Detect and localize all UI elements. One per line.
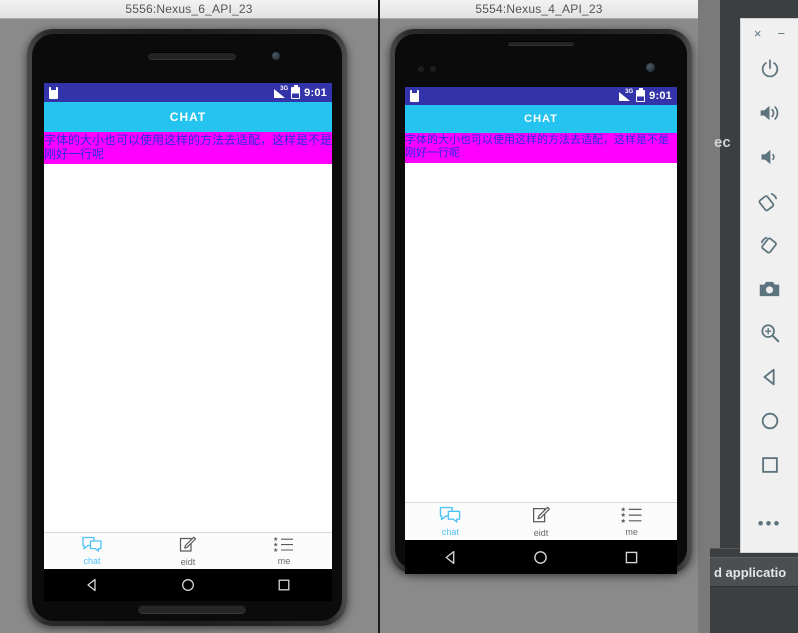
rotate-left-button[interactable] [741, 179, 798, 223]
triangle-left-icon [759, 366, 781, 388]
emulator-window-nexus4[interactable]: 5554:Nexus_4_API_23 3G 9:01 CHAT 字体的大小也可… [380, 0, 698, 633]
signal-bars-icon: 3G [618, 89, 633, 102]
more-options-button[interactable]: ••• [741, 501, 798, 545]
tab-me-label: me [625, 527, 638, 537]
ellipsis-icon: ••• [757, 513, 782, 533]
sim-card-icon [410, 90, 419, 102]
message-text: 字体的大小也可以使用这样的方法去适配，这样是不是刚好一行呢 [44, 133, 332, 161]
app-title-bar-nexus6: CHAT [44, 102, 332, 132]
phone-screen-nexus4[interactable]: 3G 9:01 CHAT 字体的大小也可以使用这样的方法去适配，这样是不是刚好一… [405, 87, 677, 540]
home-key-nexus6[interactable] [180, 577, 196, 593]
message-text: 字体的大小也可以使用这样的方法去适配，这样是不是刚好一行呢 [405, 134, 669, 159]
tab-chat-nexus6[interactable]: chat [44, 533, 140, 569]
message-banner-nexus4: 字体的大小也可以使用这样的方法去适配，这样是不是刚好一行呢 [405, 133, 677, 163]
app-title-label: CHAT [169, 110, 207, 124]
proximity-sensor-nexus4 [418, 66, 424, 72]
starred-list-icon: ★ ★ ★ [273, 536, 295, 553]
emulator-body-nexus6: 3G 9:01 CHAT 字体的大小也可以使用这样的方法去适配，这样是不是刚好一… [0, 19, 378, 633]
phone-screen-nexus6[interactable]: 3G 9:01 CHAT 字体的大小也可以使用这样的方法去适配，这样是不是刚好一… [44, 83, 332, 569]
back-button[interactable] [741, 355, 798, 399]
rotate-right-icon [758, 234, 781, 257]
recents-key-nexus6[interactable] [276, 577, 292, 593]
status-bar-right: 3G 9:01 [618, 88, 677, 102]
tab-chat-nexus4[interactable]: chat [405, 503, 496, 540]
tab-me-nexus4[interactable]: ★ ★ ★ me [586, 503, 677, 540]
sim-card-icon [49, 86, 58, 99]
recents-key-nexus4[interactable] [623, 549, 640, 566]
volume-down-button[interactable] [741, 135, 798, 179]
edit-pencil-icon [531, 506, 552, 525]
close-icon[interactable]: × [754, 27, 762, 40]
emulator-toolbar: × − ••• [740, 18, 798, 553]
zoom-button[interactable] [741, 311, 798, 355]
status-bar-clock: 9:01 [304, 86, 327, 99]
magnifier-plus-icon [759, 322, 781, 344]
volume-down-icon [758, 146, 781, 168]
bottom-speaker-nexus6 [138, 605, 246, 614]
android-navigation-bar-nexus6 [44, 569, 332, 601]
signal-bars-icon: 3G [273, 86, 288, 99]
tab-chat-label: chat [83, 556, 101, 566]
tab-chat-label: chat [441, 527, 459, 537]
emulator-window-nexus6[interactable]: 5556:Nexus_6_API_23 3G 9:01 CHAT 字体的大小也可… [0, 0, 378, 633]
bottom-tab-bar-nexus6: chat eidt ★ ★ ★ me [44, 532, 332, 569]
square-icon [759, 454, 781, 476]
back-key-nexus6[interactable] [84, 577, 100, 593]
power-button[interactable] [741, 47, 798, 91]
power-icon [759, 58, 781, 80]
tab-eidt-label: eidt [533, 527, 549, 538]
tab-me-label: me [277, 556, 291, 566]
edit-pencil-icon [178, 536, 198, 554]
volume-up-icon [758, 102, 781, 124]
android-navigation-bar-nexus4 [405, 540, 677, 574]
camera-icon [758, 279, 781, 299]
chat-bubbles-icon [438, 506, 462, 524]
tab-eidt-nexus6[interactable]: eidt [140, 533, 236, 569]
overview-button[interactable] [741, 443, 798, 487]
tab-me-nexus6[interactable]: ★ ★ ★ me [236, 533, 332, 569]
chat-bubbles-icon [81, 536, 103, 553]
emulator-body-nexus4: 3G 9:01 CHAT 字体的大小也可以使用这样的方法去适配，这样是不是刚好一… [380, 19, 698, 633]
battery-icon [291, 84, 301, 99]
screenshot-button[interactable] [741, 267, 798, 311]
android-status-bar-nexus6: 3G 9:01 [44, 83, 332, 102]
minimize-icon[interactable]: − [778, 27, 786, 40]
status-bar-left [44, 86, 273, 99]
bottom-tab-bar-nexus4: chat eidt ★ ★ ★ me [405, 502, 677, 540]
tab-eidt-nexus4[interactable]: eidt [496, 503, 587, 540]
emulator-title-nexus6: 5556:Nexus_6_API_23 [0, 0, 378, 19]
message-banner-nexus6: 字体的大小也可以使用这样的方法去适配，这样是不是刚好一行呢 [44, 132, 332, 164]
svg-text:★: ★ [273, 547, 278, 553]
rotate-left-icon [758, 190, 781, 213]
toolbar-window-buttons: × − [741, 19, 798, 47]
back-key-nexus4[interactable] [442, 549, 459, 566]
rotate-right-button[interactable] [741, 223, 798, 267]
home-key-nexus4[interactable] [532, 549, 549, 566]
background-window-strip [698, 0, 720, 633]
svg-text:★: ★ [620, 518, 626, 524]
light-sensor-nexus4 [430, 66, 436, 72]
front-camera-nexus4 [646, 63, 655, 72]
status-bar-right: 3G 9:01 [273, 84, 332, 99]
background-clipped-text-bottom: d applicatio [710, 557, 798, 587]
emulator-title-nexus4: 5554:Nexus_4_API_23 [380, 0, 698, 19]
app-title-bar-nexus4: CHAT [405, 105, 677, 133]
home-button[interactable] [741, 399, 798, 443]
status-bar-clock: 9:01 [649, 90, 672, 102]
screenshot-root: ec d applicatio 5556:Nexus_6_API_23 3G 9… [0, 0, 798, 633]
earpiece-speaker-nexus4 [508, 41, 574, 46]
starred-list-icon: ★ ★ ★ [620, 506, 644, 524]
app-title-label: CHAT [524, 113, 558, 125]
status-bar-left [405, 90, 618, 102]
volume-up-button[interactable] [741, 91, 798, 135]
circle-icon [759, 410, 781, 432]
earpiece-speaker-nexus6 [148, 52, 236, 60]
android-status-bar-nexus4: 3G 9:01 [405, 87, 677, 105]
battery-icon [636, 88, 646, 102]
tab-eidt-label: eidt [180, 556, 196, 567]
background-window-bottom: d applicatio [710, 548, 798, 633]
front-camera-nexus6 [272, 52, 280, 60]
